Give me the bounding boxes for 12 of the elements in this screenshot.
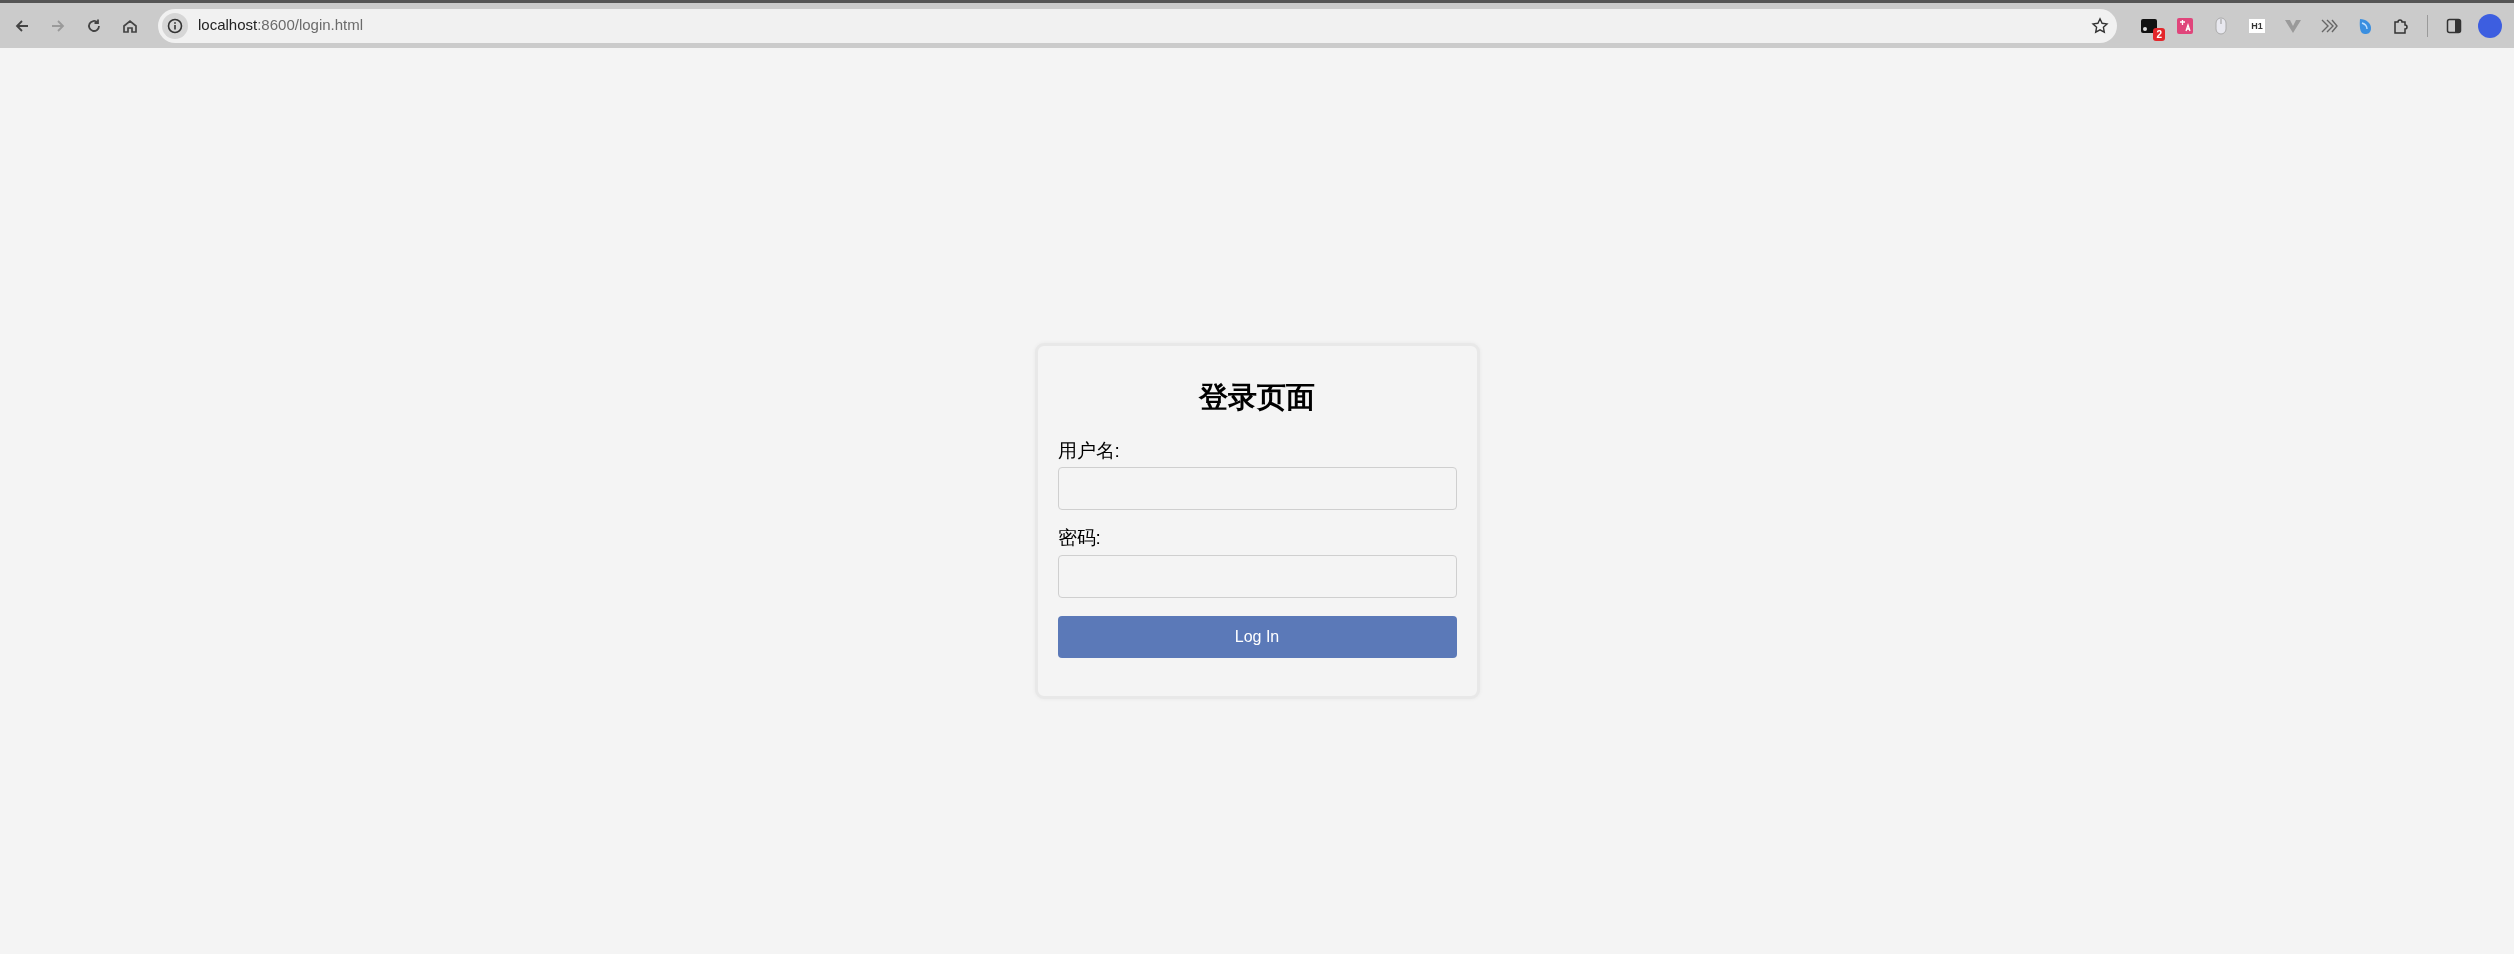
page-title: 登录页面: [1197, 379, 1316, 415]
input-field[interactable]: [1057, 467, 1457, 511]
input-field[interactable]: [1057, 555, 1457, 599]
profile-avatar[interactable]: [2478, 13, 2502, 38]
field-label: 密码:: [1057, 526, 1102, 551]
info-icon[interactable]: [162, 12, 188, 39]
login-button[interactable]: Log In: [1057, 616, 1457, 659]
url-text: localhost:8600/login.html: [198, 15, 364, 36]
extension-button[interactable]: H1: [2249, 18, 2265, 33]
field-label: 用户名:: [1057, 438, 1121, 463]
notification-badge: 2: [2153, 27, 2165, 41]
address-bar[interactable]: localhost:8600/login.html: [158, 8, 2117, 43]
